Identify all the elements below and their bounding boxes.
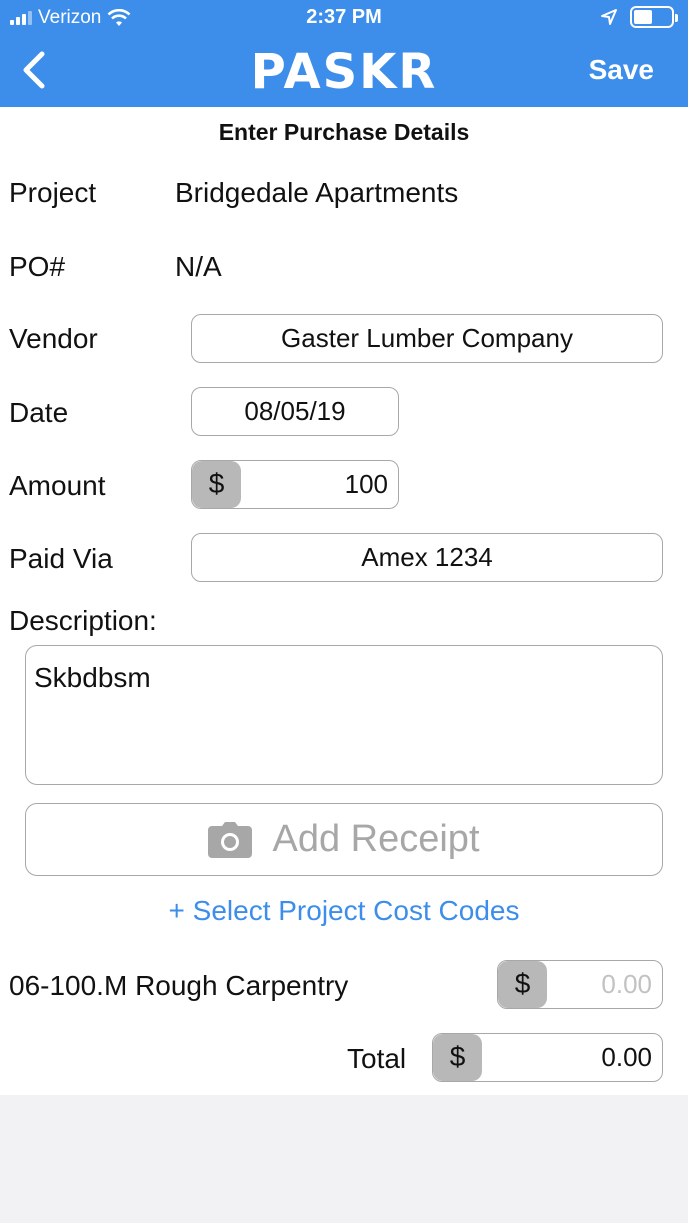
cost-code-amount-placeholder: 0.00 bbox=[601, 969, 652, 999]
add-receipt-label: Add Receipt bbox=[272, 818, 480, 860]
camera-icon bbox=[208, 821, 253, 858]
total-value: 0.00 bbox=[601, 1042, 652, 1072]
paid-via-label: Paid Via bbox=[9, 543, 113, 574]
paid-via-field[interactable]: Amex 1234 bbox=[191, 533, 663, 582]
battery-icon bbox=[630, 6, 678, 28]
description-label: Description: bbox=[9, 605, 157, 636]
location-arrow-icon bbox=[601, 9, 617, 25]
select-cost-codes-link[interactable]: + Select Project Cost Codes bbox=[0, 895, 688, 927]
project-label: Project bbox=[9, 177, 97, 208]
description-textarea[interactable]: Skbdbsm bbox=[25, 645, 663, 785]
empty-footer-area bbox=[0, 1095, 688, 1223]
project-value: Bridgedale Apartments bbox=[175, 177, 459, 208]
cost-code-label: 06-100.M Rough Carpentry bbox=[9, 970, 349, 1001]
vendor-label: Vendor bbox=[9, 323, 98, 354]
add-receipt-button[interactable]: Add Receipt bbox=[25, 803, 663, 876]
total-amount-field: $ 0.00 bbox=[432, 1033, 663, 1082]
currency-symbol: $ bbox=[498, 961, 547, 1008]
purchase-form: Enter Purchase Details Project Bridgedal… bbox=[0, 107, 688, 1095]
currency-symbol: $ bbox=[433, 1034, 482, 1081]
po-value: N/A bbox=[175, 251, 222, 282]
app-logo: PASKR bbox=[250, 44, 438, 100]
cost-code-amount-field[interactable]: $ 0.00 bbox=[497, 960, 663, 1009]
po-label: PO# bbox=[9, 251, 66, 282]
app-header: Verizon 2:37 PM PASKR Save bbox=[0, 0, 688, 107]
vendor-field[interactable]: Gaster Lumber Company bbox=[191, 314, 663, 363]
status-right bbox=[600, 6, 678, 28]
status-time: 2:37 PM bbox=[306, 6, 382, 28]
status-bar: Verizon 2:37 PM bbox=[0, 0, 688, 36]
amount-label: Amount bbox=[9, 470, 106, 501]
total-label: Total bbox=[347, 1043, 407, 1074]
date-label: Date bbox=[9, 397, 69, 428]
currency-symbol: $ bbox=[192, 461, 241, 508]
amount-field[interactable]: $ 100 bbox=[191, 460, 399, 509]
save-button[interactable]: Save bbox=[589, 54, 654, 86]
amount-value: 100 bbox=[344, 469, 388, 499]
date-field[interactable]: 08/05/19 bbox=[191, 387, 399, 436]
page-subtitle: Enter Purchase Details bbox=[218, 119, 470, 145]
